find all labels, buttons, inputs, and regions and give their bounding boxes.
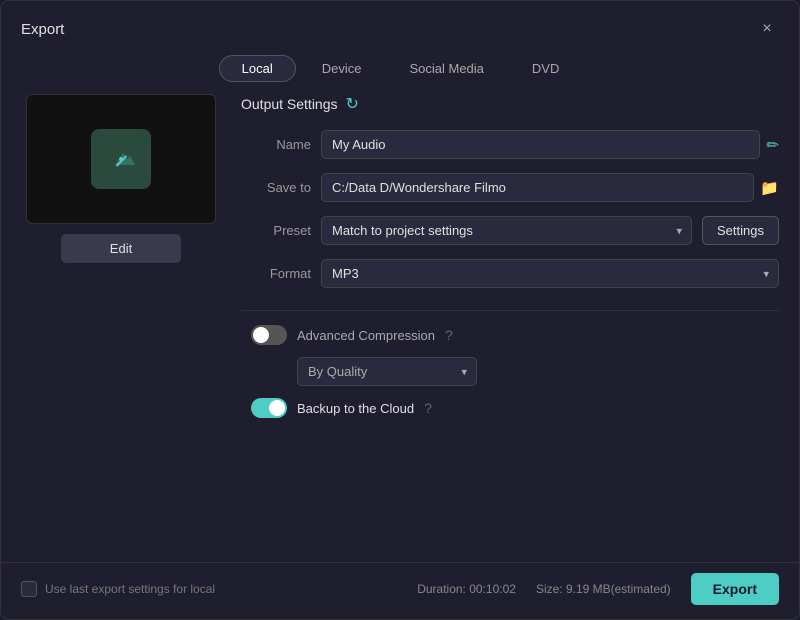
settings-panel: Output Settings ↻ Name ✏ Save to 📁 [241, 94, 779, 552]
backup-cloud-help-icon[interactable]: ? [424, 400, 432, 416]
last-settings-label: Use last export settings for local [45, 582, 215, 596]
save-path-group: 📁 [321, 173, 779, 202]
name-label: Name [241, 137, 311, 152]
save-path-input[interactable] [321, 173, 754, 202]
name-row: Name ✏ [241, 130, 779, 159]
quality-row: By Quality By Bitrate ▾ [241, 357, 779, 386]
format-select-wrapper: MP3 AAC WAV FLAC OGG ▾ [321, 259, 779, 288]
preview-icon [91, 129, 151, 189]
export-button[interactable]: Export [691, 573, 779, 605]
content-area: Edit Output Settings ↻ Name ✏ Save to [1, 94, 799, 562]
tab-dvd[interactable]: DVD [510, 55, 581, 82]
preset-select-wrapper: Match to project settings Custom ▾ [321, 216, 692, 245]
name-input[interactable] [321, 130, 760, 159]
settings-header-label: Output Settings [241, 96, 338, 112]
footer: Use last export settings for local Durat… [1, 562, 799, 619]
backup-cloud-toggle[interactable] [251, 398, 287, 418]
quality-select-wrapper: By Quality By Bitrate ▾ [297, 357, 477, 386]
last-settings-checkbox[interactable] [21, 581, 37, 597]
advanced-compression-help-icon[interactable]: ? [445, 327, 453, 343]
backup-cloud-label: Backup to the Cloud [297, 401, 414, 416]
tab-device[interactable]: Device [300, 55, 384, 82]
advanced-compression-row: Advanced Compression ? [241, 325, 779, 345]
close-button[interactable]: × [755, 17, 779, 41]
divider [241, 310, 779, 311]
folder-icon[interactable]: 📁 [760, 179, 779, 197]
footer-left: Use last export settings for local [21, 581, 215, 597]
advanced-compression-label: Advanced Compression [297, 328, 435, 343]
refresh-icon[interactable]: ↻ [346, 94, 359, 114]
save-to-label: Save to [241, 180, 311, 195]
preview-panel: Edit [21, 94, 221, 552]
save-to-row: Save to 📁 [241, 173, 779, 202]
settings-button[interactable]: Settings [702, 216, 779, 245]
title-bar: Export × [1, 1, 799, 51]
export-dialog: Export × Local Device Social Media DVD [0, 0, 800, 620]
tab-social-media[interactable]: Social Media [387, 55, 505, 82]
footer-right: Duration: 00:10:02 Size: 9.19 MB(estimat… [417, 573, 779, 605]
preview-box [26, 94, 216, 224]
quality-select[interactable]: By Quality By Bitrate [297, 357, 477, 386]
settings-header: Output Settings ↻ [241, 94, 779, 114]
preset-row: Preset Match to project settings Custom … [241, 216, 779, 245]
advanced-compression-toggle[interactable] [251, 325, 287, 345]
tab-bar: Local Device Social Media DVD [1, 51, 799, 94]
ai-icon[interactable]: ✏ [766, 136, 779, 154]
preset-select[interactable]: Match to project settings Custom [321, 216, 692, 245]
name-input-group: ✏ [321, 130, 779, 159]
tab-local[interactable]: Local [219, 55, 296, 82]
format-label: Format [241, 266, 311, 281]
edit-button[interactable]: Edit [61, 234, 181, 263]
preset-label: Preset [241, 223, 311, 238]
dialog-title: Export [21, 21, 64, 38]
format-select[interactable]: MP3 AAC WAV FLAC OGG [321, 259, 779, 288]
format-row: Format MP3 AAC WAV FLAC OGG ▾ [241, 259, 779, 288]
backup-cloud-row: Backup to the Cloud ? [241, 398, 779, 418]
size-info: Size: 9.19 MB(estimated) [536, 582, 671, 596]
duration-info: Duration: 00:10:02 [417, 582, 516, 596]
